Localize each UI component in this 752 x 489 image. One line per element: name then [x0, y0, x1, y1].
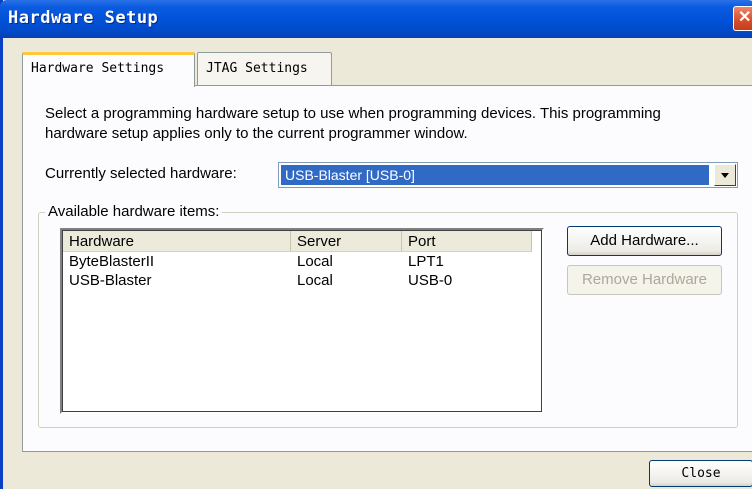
tab-jtag-settings[interactable]: JTAG Settings [197, 52, 332, 85]
title-bar[interactable]: Hardware Setup ✕ [0, 0, 752, 38]
window-close-button[interactable]: ✕ [733, 6, 752, 31]
dropdown-arrow-button[interactable] [714, 164, 736, 186]
column-header-hardware[interactable]: Hardware [63, 231, 291, 252]
selected-hardware-dropdown[interactable]: USB-Blaster [USB-0] [278, 162, 738, 188]
selected-hardware-value: USB-Blaster [USB-0] [281, 165, 709, 185]
hardware-name: ByteBlasterII [69, 253, 155, 270]
chevron-down-icon [721, 172, 729, 178]
hardware-setup-dialog: Hardware Setup ✕ Hardware Settings JTAG … [0, 0, 752, 489]
hardware-server: Local [297, 253, 333, 270]
hardware-name: USB-Blaster [69, 272, 152, 289]
add-hardware-button[interactable]: Add Hardware... [567, 226, 722, 256]
column-header-server[interactable]: Server [291, 231, 402, 252]
hardware-list[interactable]: Hardware Server Port ByteBlasterII Local… [60, 228, 544, 414]
selected-hardware-label: Currently selected hardware: [45, 165, 237, 182]
description-text: Select a programming hardware setup to u… [45, 105, 661, 142]
hardware-port: LPT1 [408, 253, 444, 270]
close-button[interactable]: Close [649, 460, 752, 487]
close-icon: ✕ [738, 9, 752, 26]
hardware-port: USB-0 [408, 272, 453, 289]
hardware-server: Local [297, 272, 333, 289]
remove-hardware-button[interactable]: Remove Hardware [567, 265, 722, 295]
column-header-port[interactable]: Port [402, 231, 532, 252]
available-hardware-label: Available hardware items: [45, 203, 223, 220]
window-title: Hardware Setup [8, 8, 159, 28]
tab-hardware-settings[interactable]: Hardware Settings [22, 52, 195, 87]
